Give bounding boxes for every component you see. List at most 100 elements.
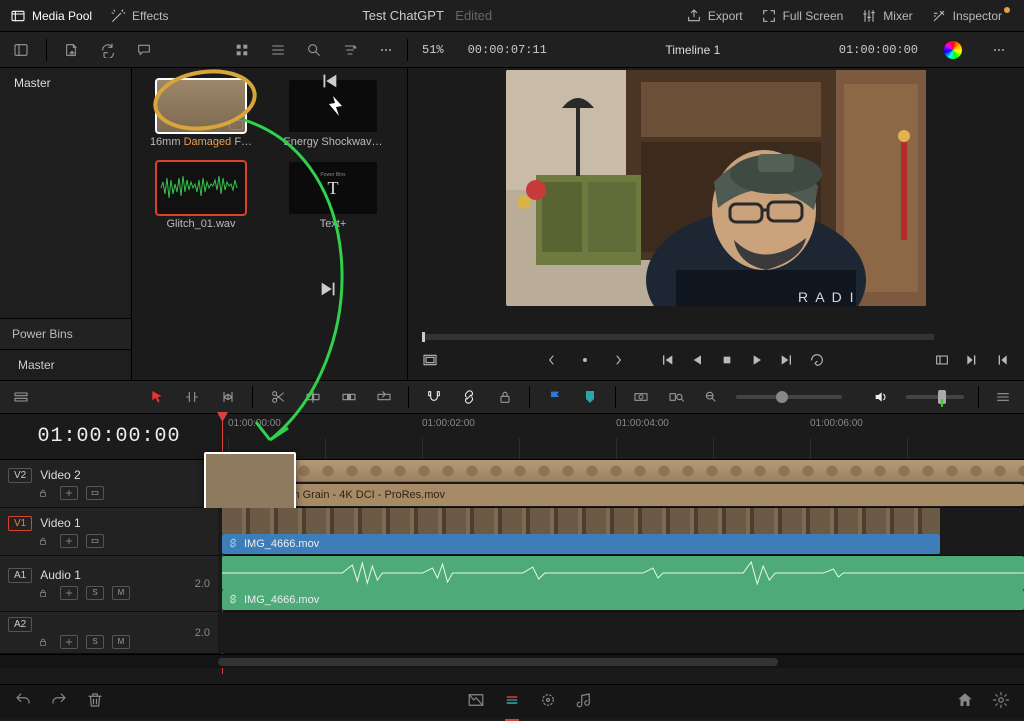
track-lock[interactable] <box>34 586 52 600</box>
power-bins-header[interactable]: Power Bins <box>0 318 131 350</box>
viewer-more-button[interactable] <box>988 39 1010 61</box>
pool-clip[interactable]: ⋯ 16mm Damaged F… <box>142 80 260 148</box>
timeline-name[interactable]: Timeline 1 <box>571 43 815 57</box>
clip-thumbnail[interactable] <box>157 162 245 214</box>
zoom-full-button[interactable] <box>630 386 651 408</box>
media-pool-grid[interactable]: ⋯ 16mm Damaged F… Energy Shockwav… Glitc… <box>132 68 408 380</box>
viewer-timecode-right[interactable]: 01:00:00:00 <box>839 43 918 57</box>
track-auto-select[interactable] <box>60 635 78 649</box>
match-frame-button[interactable] <box>934 352 950 368</box>
home-button[interactable] <box>956 691 974 712</box>
master-bin[interactable]: Master <box>0 68 131 98</box>
project-settings-button[interactable] <box>992 691 1010 712</box>
go-end-button[interactable] <box>779 352 795 368</box>
export-button[interactable]: Export <box>686 8 743 24</box>
track-auto-select[interactable] <box>60 534 78 548</box>
layout-toggle-button[interactable] <box>10 39 32 61</box>
track-name[interactable]: Video 2 <box>40 468 80 482</box>
blade-tool[interactable] <box>267 386 288 408</box>
track-lock[interactable] <box>34 534 52 548</box>
full-screen-button[interactable]: Full Screen <box>761 8 844 24</box>
track-mute[interactable]: M <box>112 635 130 649</box>
play-reverse-button[interactable] <box>689 352 705 368</box>
viewer-timecode[interactable]: 00:00:07:11 <box>468 43 547 57</box>
clip-v1[interactable]: IMG_4666.mov <box>222 534 940 554</box>
scrub-playhead[interactable] <box>422 332 425 342</box>
next-edit-button[interactable] <box>964 352 980 368</box>
scrollbar-thumb[interactable] <box>218 658 778 666</box>
page-edit[interactable] <box>539 691 557 712</box>
safe-area-button[interactable] <box>422 352 438 368</box>
redo-button[interactable] <box>50 691 68 712</box>
track-lane-v2[interactable]: Damaged Film Grain - 4K DCI - ProRes.mov… <box>218 460 1024 507</box>
timeline-view-options[interactable] <box>10 386 31 408</box>
timeline-big-timecode[interactable]: 01:00:00:00 <box>0 414 218 459</box>
track-visible[interactable] <box>86 486 104 500</box>
track-mute[interactable]: M <box>112 586 130 600</box>
trim-tool[interactable] <box>182 386 203 408</box>
track-visible[interactable] <box>86 534 104 548</box>
page-fairlight[interactable] <box>575 691 593 712</box>
jump-first-button[interactable] <box>318 70 340 92</box>
go-start-button[interactable] <box>659 352 675 368</box>
stop-button[interactable] <box>719 352 735 368</box>
bypass-grade-button[interactable] <box>942 39 964 61</box>
dynamic-trim-tool[interactable] <box>217 386 238 408</box>
play-button[interactable] <box>749 352 765 368</box>
timeline-h-scrollbar[interactable] <box>0 654 1024 668</box>
import-media-button[interactable] <box>61 39 83 61</box>
timeline-options-button[interactable] <box>993 386 1014 408</box>
track-lock[interactable] <box>34 486 52 500</box>
track-name[interactable]: Audio 1 <box>40 568 81 582</box>
pool-clip[interactable]: Glitch_01.wav <box>142 162 260 230</box>
prev-edit-button[interactable] <box>994 352 1010 368</box>
track-header-v2[interactable]: V2 Video 2 <box>0 460 218 507</box>
insert-tool[interactable] <box>303 386 324 408</box>
viewer-zoom[interactable]: 51% <box>422 43 444 57</box>
drag-ghost-thumb[interactable] <box>204 452 296 510</box>
inspector-button[interactable]: Inspector <box>931 8 1014 24</box>
track-lock[interactable] <box>34 635 52 649</box>
clip-a1-wave[interactable] <box>222 556 1024 590</box>
loop-button[interactable] <box>809 352 825 368</box>
viewer-scrubber[interactable] <box>422 334 934 340</box>
pool-more-button[interactable] <box>375 39 397 61</box>
mark-point-button[interactable] <box>577 352 593 368</box>
lock-toggle[interactable] <box>494 386 515 408</box>
zoom-custom-button[interactable] <box>700 386 721 408</box>
search-button[interactable] <box>303 39 325 61</box>
pool-clip[interactable]: T Power Bins Text+ <box>274 162 392 230</box>
track-lane-a1[interactable]: IMG_4666.mov <box>218 556 1024 611</box>
sort-button[interactable] <box>339 39 361 61</box>
zoom-detail-button[interactable] <box>665 386 686 408</box>
clip-v1-filmstrip[interactable] <box>222 508 940 534</box>
track-lane-v1[interactable]: IMG_4666.mov <box>218 508 1024 555</box>
marker-button[interactable] <box>580 386 601 408</box>
list-view-button[interactable] <box>267 39 289 61</box>
zoom-slider[interactable] <box>736 395 843 399</box>
selection-tool[interactable] <box>146 386 167 408</box>
track-badge[interactable]: A1 <box>8 568 32 583</box>
mark-in-button[interactable] <box>547 352 563 368</box>
track-auto-select[interactable] <box>60 486 78 500</box>
flag-button[interactable] <box>544 386 565 408</box>
viewer-frame[interactable]: R A D I <box>506 70 926 306</box>
zoom-knob[interactable] <box>776 391 788 403</box>
track-lane-a2[interactable] <box>218 612 1024 653</box>
snap-toggle[interactable] <box>423 386 444 408</box>
viewer-stage[interactable]: R A D I <box>408 68 1024 330</box>
volume-slider[interactable] <box>906 395 964 399</box>
track-badge[interactable]: A2 <box>8 617 32 632</box>
mark-out-button[interactable] <box>607 352 623 368</box>
link-toggle[interactable] <box>459 386 480 408</box>
undo-button[interactable] <box>14 691 32 712</box>
track-name[interactable]: Video 1 <box>40 516 80 530</box>
track-auto-select[interactable] <box>60 586 78 600</box>
page-cut[interactable] <box>503 691 521 712</box>
power-bin-master[interactable]: Master <box>0 350 131 380</box>
page-media[interactable] <box>467 691 485 712</box>
track-badge[interactable]: V2 <box>8 468 32 483</box>
replace-tool[interactable] <box>373 386 394 408</box>
jump-last-button[interactable] <box>318 278 340 300</box>
transcribe-button[interactable] <box>133 39 155 61</box>
